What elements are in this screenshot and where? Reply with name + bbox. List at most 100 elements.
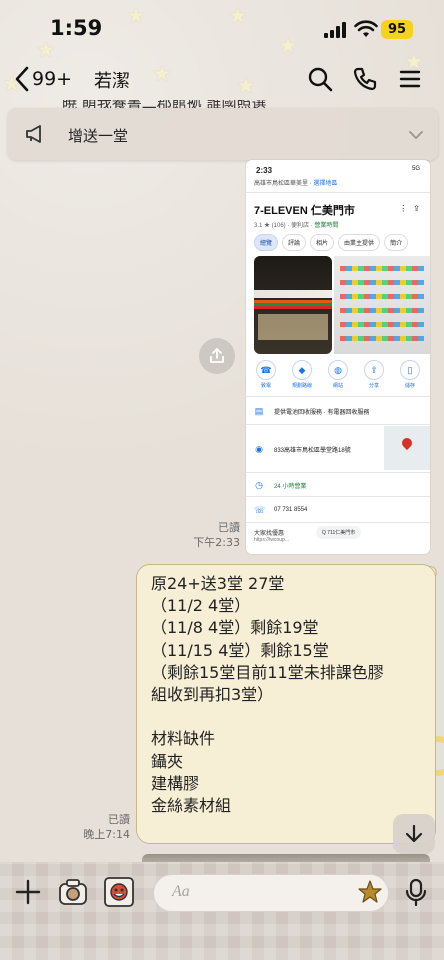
store-interior-photo [334, 256, 430, 354]
phone-icon: ☏ [254, 505, 266, 515]
shot-row-text: 07 731 8554 [274, 507, 308, 513]
shot-rating: 3.1 ★ (106) · 便利店 · 營業時間 [254, 220, 338, 229]
shot-rating-text: 3.1 ★ (106) · 便利店 · [254, 223, 315, 229]
shot-action: ⇪ 分享 [362, 360, 386, 389]
status-bar: 1:59 95 [0, 0, 444, 58]
shot-row-text: 833高雄市鳥松區學堂路18號 [274, 447, 351, 454]
shot-action-label: 儲存 [404, 383, 415, 389]
shot-action-label: 分享 [368, 383, 379, 389]
shot-row-text: 24 小時營業 [274, 483, 307, 490]
shot-row-text: 提供電池回收服務 · 有電器回收服務 [274, 409, 370, 416]
shot-network: 5G [411, 166, 420, 172]
shot-footer-url: https://twcoup... [254, 537, 290, 543]
shot-action-label: 網站 [332, 383, 343, 389]
shot-action: ☎ 致電 [254, 360, 278, 389]
photo-icon [104, 877, 134, 907]
back-button[interactable]: 99+ [14, 64, 72, 94]
announcement-banner[interactable]: 增送一堂 [8, 108, 438, 160]
chevron-down-icon[interactable] [406, 125, 426, 145]
shot-address: 高雄市鳥松區華美里 · 選擇地區 [254, 178, 337, 187]
message-line: 材料缺件 [151, 729, 216, 749]
shot-tab: 簡介 [384, 234, 409, 251]
chat-header: 99+ 若潔 [0, 58, 444, 100]
plus-icon [15, 879, 41, 905]
message-line [151, 706, 421, 728]
location-icon: ◉ [255, 444, 263, 454]
search-icon[interactable] [307, 66, 333, 92]
more-icon: ⋮ [399, 204, 408, 213]
divider [246, 424, 430, 425]
read-receipt: 已讀 [218, 521, 240, 534]
shot-tab: 評論 [282, 234, 307, 251]
message-input[interactable] [153, 874, 389, 912]
message-line: 原24+送3堂 27堂 [151, 574, 285, 593]
phone-icon: ☎ [256, 360, 276, 380]
shot-action: ◍ 網站 [326, 360, 350, 389]
shot-action-label: 規劃路線 [291, 383, 312, 389]
read-receipt: 已讀 [108, 813, 130, 826]
message-meta: 已讀 晚上7:14 [76, 812, 130, 842]
divider [246, 496, 430, 497]
share-icon [210, 348, 224, 363]
message-line: （11/15 4堂）剩餘15堂 [151, 640, 329, 660]
shot-action: ◆ 規劃路線 [290, 360, 314, 389]
shot-hours-link: 營業時間 [314, 223, 339, 229]
microphone-icon [405, 878, 427, 906]
forward-button[interactable] [199, 338, 235, 374]
shot-tabs: 總覽 評論 相片 由業主提供 簡介 [254, 234, 409, 251]
bookmark-icon: ▯ [400, 360, 420, 380]
shot-status-time: 2:33 [256, 166, 273, 175]
shot-tab: 總覽 [254, 234, 279, 251]
voice-button[interactable] [398, 874, 434, 910]
message-line: （11/2 4堂） [151, 596, 251, 616]
shot-info-row: ◉ 833高雄市鳥松區學堂路18號 [254, 444, 351, 454]
shot-footer: 大家找優惠 https://twcoup... Q 711仁美門市 [254, 526, 362, 543]
unread-count: 99+ [32, 68, 73, 90]
status-time: 1:59 [50, 16, 103, 40]
divider [246, 472, 430, 473]
shot-actions: ☎ 致電 ◆ 規劃路線 ◍ 網站 ⇪ 分享 ▯ 儲存 [254, 360, 430, 389]
gallery-button[interactable] [101, 874, 137, 910]
message-line: 建構膠 [151, 773, 200, 793]
message-line: （11/8 4堂）剩餘19堂 [151, 618, 319, 638]
shot-tab: 由業主提供 [338, 234, 381, 251]
clock-icon: ◷ [255, 480, 263, 490]
shot-address-text: 高雄市鳥松區華美里 · [254, 181, 314, 187]
message-line: 組收到再扣3堂） [151, 685, 274, 705]
directions-icon: ◆ [292, 360, 312, 380]
camera-icon [59, 879, 87, 905]
share-icon: ⇪ [364, 360, 384, 380]
announcement-text: 增送一堂 [68, 127, 129, 145]
divider [246, 522, 430, 523]
share-icon: ⇪ [413, 204, 420, 213]
store-front-photo [254, 256, 332, 354]
battery-indicator: 95 [381, 20, 413, 39]
shot-footer-chip: Q 711仁美門市 [316, 526, 362, 539]
megaphone-icon [26, 125, 41, 143]
shot-action-label: 致電 [260, 383, 271, 389]
mini-map [384, 426, 430, 470]
sticker-star-icon[interactable] [357, 879, 383, 905]
chevron-left-icon [15, 66, 29, 92]
shot-action: ▯ 儲存 [398, 360, 422, 389]
message-line: （剩餘15堂目前11堂未排課色膠 [151, 662, 384, 682]
shot-info-row: ☏ 07 731 8554 [254, 505, 307, 515]
shot-info-row: ▤ 提供電池回收服務 · 有電器回收服務 [254, 406, 370, 416]
arrow-down-icon [405, 824, 423, 843]
shot-address-link: 選擇地區 [313, 181, 338, 187]
shot-tab: 相片 [310, 234, 335, 251]
add-button[interactable] [10, 874, 46, 910]
chat-title: 若潔 [94, 71, 130, 92]
phone-icon[interactable] [352, 66, 378, 92]
scroll-to-bottom-button[interactable] [393, 814, 435, 854]
shared-screenshot-message[interactable]: 2:33 5G 高雄市鳥松區華美里 · 選擇地區 7-ELEVEN 仁美門市 ⋮… [246, 160, 430, 554]
text-message-bubble[interactable]: 原24+送3堂 27堂 （11/2 4堂） （11/8 4堂）剩餘19堂 （11… [136, 564, 436, 844]
menu-icon[interactable] [397, 66, 423, 92]
camera-button[interactable] [55, 874, 91, 910]
wifi-icon [354, 20, 378, 37]
globe-icon: ◍ [328, 360, 348, 380]
message-time: 下午2:33 [193, 536, 240, 549]
recycle-icon: ▤ [254, 406, 264, 416]
divider [246, 192, 430, 193]
message-input-bar: Aa [0, 862, 444, 960]
